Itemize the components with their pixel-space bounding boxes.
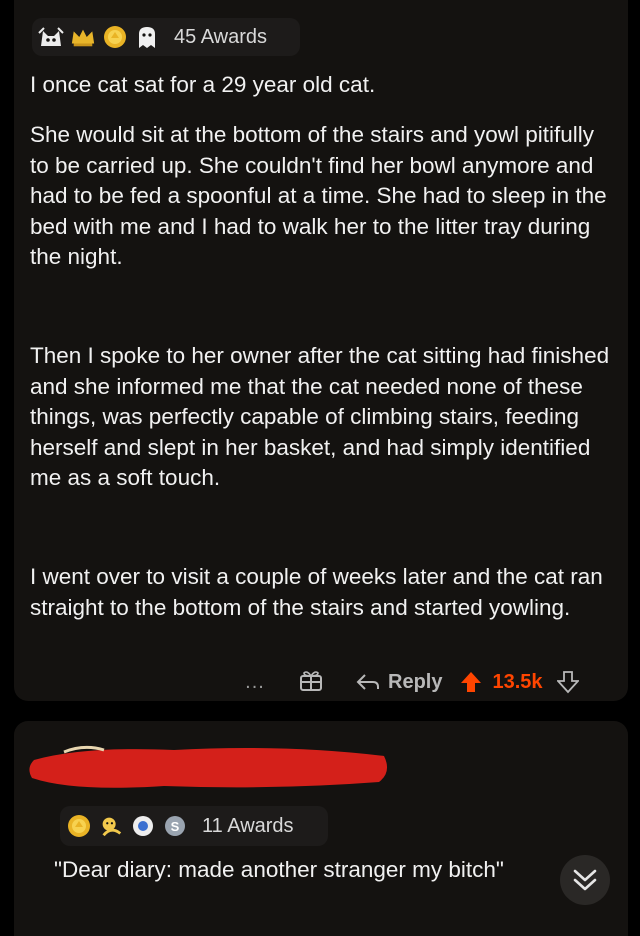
- ghost-award-icon: [134, 24, 160, 50]
- awards-count: 45 Awards: [174, 25, 268, 48]
- reply-arrow-icon: [356, 674, 379, 690]
- redaction-scribble: [29, 745, 388, 788]
- comment-paragraph: Then I spoke to her owner after the cat …: [30, 343, 610, 490]
- gold-award-icon: [66, 813, 92, 839]
- downvote-button[interactable]: [556, 670, 579, 694]
- gift-icon[interactable]: [298, 668, 332, 697]
- reply-comment-text: "Dear diary: made another stranger my bi…: [54, 857, 504, 882]
- cat-award-icon: [38, 24, 64, 50]
- collapse-thread-button[interactable]: [560, 855, 610, 905]
- awards-count: 11 Awards: [202, 814, 294, 837]
- vote-score: 13.5k: [492, 670, 543, 693]
- comment-paragraph: I once cat sat for a 29 year old cat.: [30, 72, 376, 97]
- comment-action-bar: ... Reply 13.5k: [230, 662, 579, 702]
- comment-paragraph: I went over to visit a couple of weeks l…: [30, 564, 603, 620]
- svg-text:S: S: [171, 819, 180, 834]
- gold-award-icon: [102, 24, 128, 50]
- helpful-award-icon: [130, 813, 156, 839]
- reddit-thread-screenshot: 45 Awards I once cat sat for a 29 year o…: [0, 0, 640, 936]
- double-chevron-down-icon: [573, 869, 597, 891]
- upvote-button[interactable]: 13.5k: [460, 670, 543, 694]
- comment-paragraph: She would sit at the bottom of the stair…: [30, 122, 607, 269]
- reply-button[interactable]: Reply: [356, 671, 442, 694]
- reply-label: Reply: [388, 670, 443, 693]
- silver-award-icon: S: [162, 813, 188, 839]
- reply-awards-chip[interactable]: S 11 Awards: [60, 806, 328, 846]
- downvote-arrow-icon: [556, 671, 579, 694]
- upvote-arrow-icon: [461, 672, 482, 692]
- awards-chip[interactable]: 45 Awards: [32, 18, 300, 56]
- more-options-button[interactable]: ...: [230, 671, 280, 694]
- crown-award-icon: [70, 24, 96, 50]
- wholesome-award-icon: [98, 813, 124, 839]
